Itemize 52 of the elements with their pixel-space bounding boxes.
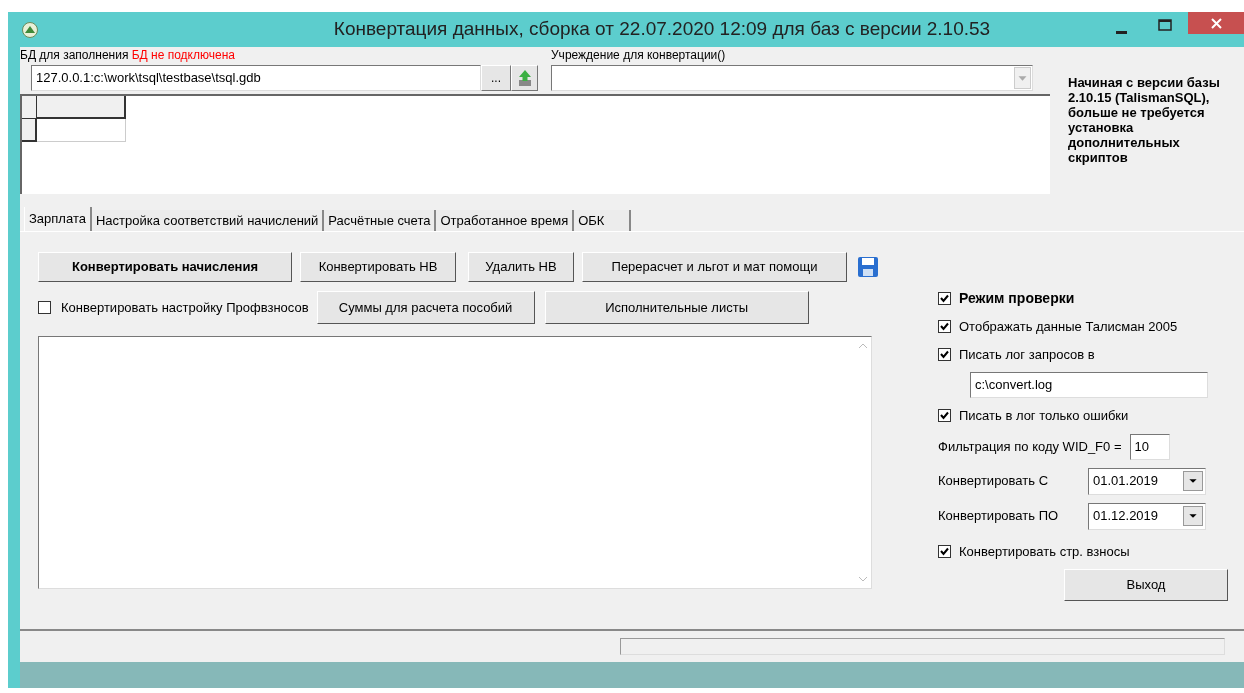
date-label: Конвертировать С xyxy=(938,472,1050,491)
check-icon xyxy=(940,349,949,359)
checkbox-label: Отображать данные Талисман 2005 xyxy=(959,318,1178,336)
action-button[interactable]: Удалить НВ xyxy=(468,252,574,282)
window-title: Конвертация данных, сборка от 22.07.2020 12:09 для баз с версии 2.10.53 xyxy=(332,17,991,42)
checkbox[interactable] xyxy=(938,292,951,305)
filter-field[interactable]: 10 xyxy=(1129,433,1170,460)
checkbox-label: Конвертировать настройку Профвзносов xyxy=(61,298,309,317)
date-label: Конвертировать ПО xyxy=(938,507,1060,526)
institution-label: Учреждение для конвертации() xyxy=(551,47,726,64)
checkbox[interactable] xyxy=(938,320,951,334)
checkbox[interactable] xyxy=(938,347,951,361)
check-icon xyxy=(940,294,949,303)
checkbox[interactable] xyxy=(38,301,51,314)
checkbox-label: Конвертировать стр. взносы xyxy=(959,542,1130,561)
check-icon xyxy=(940,411,949,421)
checkbox[interactable] xyxy=(938,409,951,423)
date-picker[interactable]: 01.12.2019 xyxy=(1088,502,1206,530)
database-label: БД для заполнения БД не подключена xyxy=(20,47,236,64)
action-button[interactable]: Суммы для расчета пособий xyxy=(316,291,535,324)
action-button[interactable]: Перерасчет и льгот и мат помощи xyxy=(582,252,847,282)
version-note: Начиная с версии базы 2.10.15 (TalismanSQL), больше не требуется установка дополнительных скриптов xyxy=(1068,75,1221,165)
check-icon xyxy=(940,546,949,556)
connect-button[interactable] xyxy=(511,65,538,91)
grid-indicator-cell xyxy=(22,96,37,119)
checkbox-label: Режим проверки xyxy=(959,289,1075,308)
tab[interactable]: ОБК xyxy=(574,210,632,231)
checkbox-label: Писать лог запросов в xyxy=(959,345,1095,364)
browse-button[interactable]: ... xyxy=(481,65,511,91)
maximize-icon[interactable] xyxy=(1158,18,1172,31)
check-icon xyxy=(940,322,949,332)
exit-button[interactable]: Выход xyxy=(1064,569,1228,601)
date-picker[interactable]: 01.01.2019 xyxy=(1088,467,1206,495)
checkbox-label: Писать в лог только ошибки xyxy=(959,407,1129,425)
log-path-field[interactable]: c:\convert.log xyxy=(970,372,1208,398)
filter-label: Фильтрация по коду WID_F0 = xyxy=(938,437,1122,456)
grid-indicator-cell xyxy=(22,119,37,142)
action-button[interactable]: Конвертировать НВ xyxy=(300,252,456,282)
action-button[interactable]: Исполнительные листы xyxy=(544,291,809,324)
close-button[interactable] xyxy=(1188,12,1244,34)
action-button[interactable]: Конвертировать начисления xyxy=(38,252,292,282)
tab[interactable]: Расчётные счета xyxy=(324,210,437,231)
tab[interactable]: Настройка соответствий начислений xyxy=(91,210,325,231)
database-path-field[interactable]: 127.0.0.1:c:\work\tsql\testbase\tsql.gdb xyxy=(31,65,481,91)
checkbox[interactable] xyxy=(938,544,951,558)
disk-arrow-icon xyxy=(516,69,533,87)
close-icon xyxy=(1210,17,1222,29)
institution-dropdown[interactable] xyxy=(551,65,1033,91)
app-logo-icon xyxy=(22,21,38,38)
tab[interactable]: Зарплата xyxy=(24,207,92,231)
save-icon[interactable] xyxy=(857,256,879,278)
tab[interactable]: Отработанное время xyxy=(436,210,575,231)
